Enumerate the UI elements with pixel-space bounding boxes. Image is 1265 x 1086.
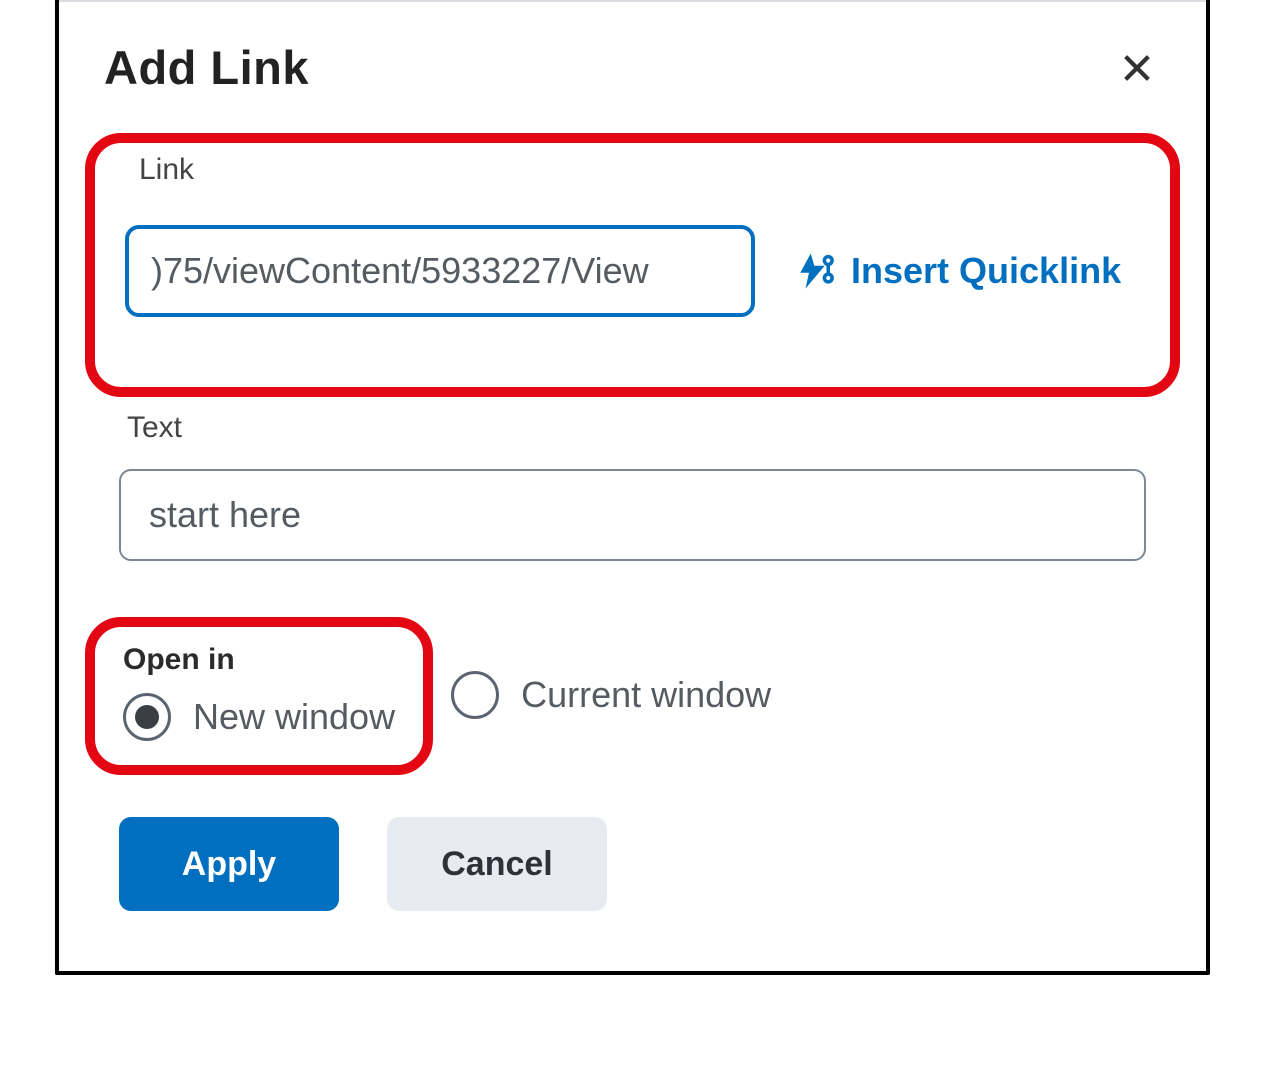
text-section: Text [119,411,1146,561]
dialog-header: Add Link [104,40,1161,95]
link-field-label: Link [133,153,200,187]
radio-new-window-label: New window [193,696,395,738]
open-in-label: Open in [123,643,395,677]
close-icon [1120,51,1154,85]
radio-icon [123,693,171,741]
dialog-buttons: Apply Cancel [119,817,1146,911]
radio-current-window-label: Current window [521,674,771,716]
open-in-section: Open in New window Current window [119,617,1146,775]
open-in-highlight: Open in New window [85,617,433,775]
insert-quicklink-label: Insert Quicklink [851,250,1121,292]
quicklink-icon [795,250,837,292]
link-section-highlight: Link Insert Quicklink [85,133,1180,397]
insert-quicklink-button[interactable]: Insert Quicklink [795,250,1121,292]
link-text-input[interactable] [119,469,1146,561]
link-url-input[interactable] [125,225,755,317]
radio-new-window[interactable]: New window [123,693,395,741]
text-field-label: Text [127,411,1146,445]
radio-current-window[interactable]: Current window [451,671,771,719]
apply-button[interactable]: Apply [119,817,339,911]
cancel-button[interactable]: Cancel [387,817,607,911]
add-link-dialog: Add Link Link Insert Quicklink [55,0,1210,975]
close-button[interactable] [1113,44,1161,92]
dialog-title: Add Link [104,40,309,95]
radio-icon [451,671,499,719]
link-row: Insert Quicklink [125,225,1140,317]
